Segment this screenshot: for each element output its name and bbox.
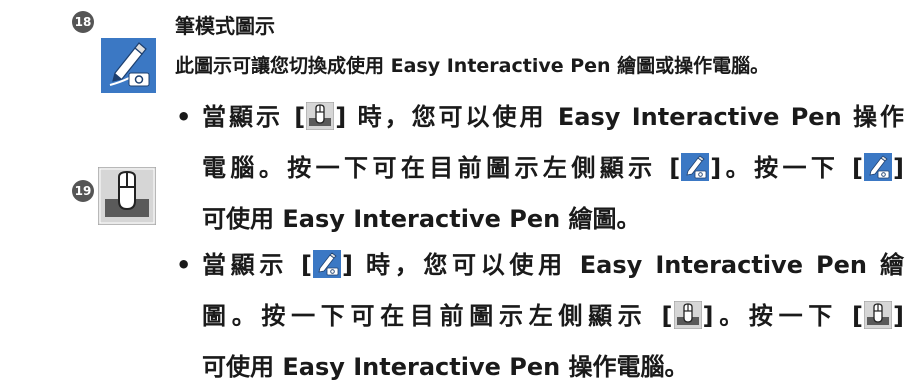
text-segment: 當顯示 [ bbox=[202, 251, 313, 279]
bullet-line: 當顯示 [ ] 時，您可以使用 Easy Interactive Pen 操作 bbox=[202, 94, 904, 145]
bullet-line: 可使用 Easy Interactive Pen 操作電腦。 bbox=[202, 353, 689, 381]
bullet-dot: • bbox=[176, 251, 192, 279]
text-segment: ] bbox=[893, 154, 904, 182]
text-segment: 電腦。按一下可在目前圖示左側顯示 [ bbox=[202, 154, 681, 182]
pen-icon bbox=[313, 247, 342, 293]
text-segment: 當顯示 [ bbox=[202, 103, 306, 131]
text-segment: ] 時，您可以使用 Easy Interactive Pen 繪 bbox=[342, 251, 904, 279]
item-number-19: 19 bbox=[72, 180, 94, 202]
pen-icon bbox=[681, 150, 710, 196]
pen-icon bbox=[864, 150, 893, 196]
text-segment: ] bbox=[893, 302, 904, 330]
bullet-dot: • bbox=[176, 103, 192, 131]
bullet-line: 圖。按一下可在目前圖示左側顯示 [ ]。按一下 [] bbox=[202, 293, 904, 344]
mouse-mode-icon bbox=[97, 166, 157, 229]
item-number-18: 18 bbox=[72, 11, 94, 33]
section-description: 此圖示可讓您切換成使用 Easy Interactive Pen 繪圖或操作電腦… bbox=[175, 55, 770, 77]
section-title: 筆模式圖示 bbox=[175, 14, 275, 38]
text-segment: ] 時，您可以使用 Easy Interactive Pen 操作 bbox=[335, 103, 904, 131]
pen-mode-icon bbox=[101, 38, 156, 97]
bullet-item-mouse-mode: • 當顯示 [ ] 時，您可以使用 Easy Interactive Pen 操作… bbox=[176, 94, 904, 242]
text-segment: 圖。按一下可在目前圖示左側顯示 [ bbox=[202, 302, 673, 330]
bullet-line: 當顯示 [ ] 時，您可以使用 Easy Interactive Pen 繪 bbox=[202, 242, 904, 293]
bullet-list: • 當顯示 [ ] 時，您可以使用 Easy Interactive Pen 操作… bbox=[176, 94, 904, 390]
mouse-icon bbox=[305, 99, 335, 145]
text-segment: ]。按一下 [ bbox=[710, 154, 864, 182]
mouse-icon bbox=[863, 298, 893, 344]
text-segment: ]。按一下 [ bbox=[702, 302, 864, 330]
bullet-line: 可使用 Easy Interactive Pen 繪圖。 bbox=[202, 205, 641, 233]
mouse-icon bbox=[673, 298, 703, 344]
bullet-line: 電腦。按一下可在目前圖示左側顯示 [ ]。按一下 [] bbox=[202, 145, 904, 196]
bullet-item-pen-mode: • 當顯示 [] 時，您可以使用 Easy Interactive Pen 繪 … bbox=[176, 242, 904, 390]
